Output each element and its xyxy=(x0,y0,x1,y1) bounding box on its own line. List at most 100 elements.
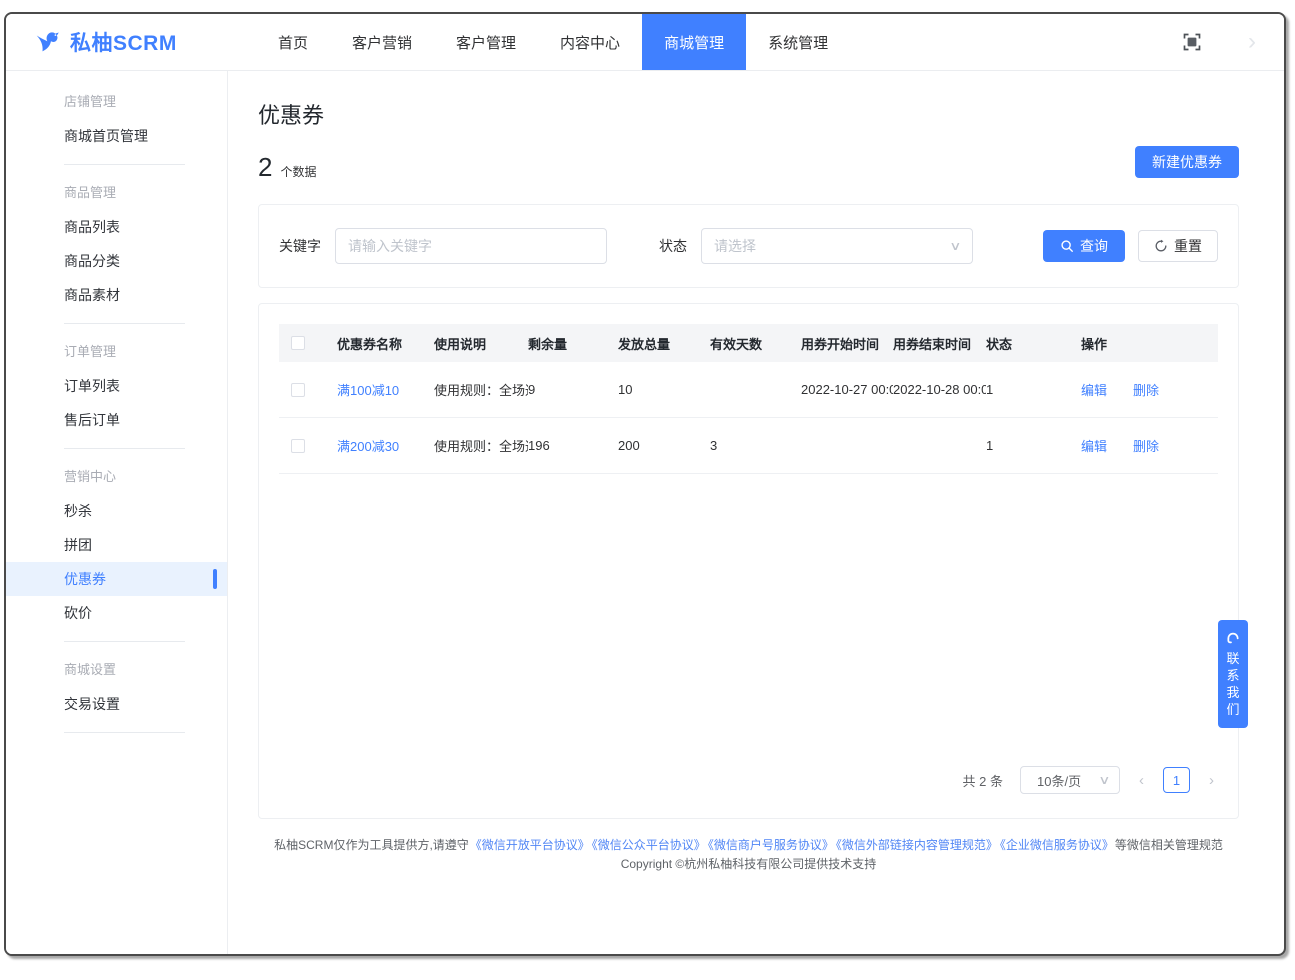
cell-actions: 编辑 删除 xyxy=(1081,436,1218,455)
nav-item-system-management[interactable]: 系统管理 xyxy=(746,14,850,70)
main-content: 优惠券 2 个数据 新建优惠券 关键字 状态 请选择 ∨ xyxy=(228,71,1284,954)
footer-agreement-link[interactable]: 《微信商户号服务协议》 xyxy=(708,838,834,852)
keyword-label: 关键字 xyxy=(279,236,321,256)
nav-item-content-center[interactable]: 内容中心 xyxy=(538,14,642,70)
cell-end-time: 2022-10-28 00:00:00 xyxy=(893,382,986,397)
chevron-down-icon: ∨ xyxy=(949,239,961,253)
sidebar-item-product-material[interactable]: 商品素材 xyxy=(6,278,227,312)
status-label: 状态 xyxy=(659,236,687,256)
delete-link[interactable]: 删除 xyxy=(1133,439,1159,454)
contact-us-label: 联系我们 xyxy=(1226,650,1239,718)
reset-button-label: 重置 xyxy=(1174,236,1202,256)
sidebar-item-mall-home-management[interactable]: 商城首页管理 xyxy=(6,119,227,153)
create-coupon-button[interactable]: 新建优惠券 xyxy=(1135,146,1239,178)
coupon-name-link[interactable]: 满200减30 xyxy=(337,439,399,454)
footer-agreement-link[interactable]: 《微信开放平台协议》 xyxy=(470,838,590,852)
headset-icon xyxy=(1225,629,1241,645)
coupon-table-card: 优惠券名称 使用说明 剩余量 发放总量 有效天数 用券开始时间 用券结束时间 状… xyxy=(258,303,1239,819)
brand-name: 私柚SCRM xyxy=(70,27,177,57)
status-select-placeholder: 请选择 xyxy=(714,236,756,256)
contact-us-widget[interactable]: 联系我们 xyxy=(1218,620,1248,728)
footer-agreement-link[interactable]: 《微信公众平台协议》 xyxy=(592,838,706,852)
chevron-down-icon: ∨ xyxy=(1098,773,1110,787)
footer-agreement-link[interactable]: 《企业微信服务协议》 xyxy=(1000,838,1114,852)
sidebar-item-product-category[interactable]: 商品分类 xyxy=(6,244,227,278)
row-select-cell xyxy=(279,383,337,397)
sidebar-item-group-buy[interactable]: 拼团 xyxy=(6,528,227,562)
edit-link[interactable]: 编辑 xyxy=(1081,439,1107,454)
footer-line1: 私柚SCRM仅作为工具提供方,请遵守《微信开放平台协议》《微信公众平台协议》《微… xyxy=(258,836,1239,855)
sidebar-item-bargain[interactable]: 砍价 xyxy=(6,596,227,630)
header-start-time: 用券开始时间 xyxy=(801,334,893,353)
status-select[interactable]: 请选择 ∨ xyxy=(701,228,973,264)
cell-status: 1 xyxy=(986,438,1081,453)
nav-menu: 首页客户营销客户管理内容中心商城管理系统管理 xyxy=(256,14,850,70)
cell-total: 200 xyxy=(618,438,710,453)
pagination: 共 2 条 10条/页 ∨ ‹ 1 › xyxy=(279,752,1218,804)
sidebar-divider xyxy=(64,164,185,165)
page-title: 优惠券 xyxy=(258,98,1239,130)
edit-link[interactable]: 编辑 xyxy=(1081,383,1107,398)
sidebar-item-after-sale-order[interactable]: 售后订单 xyxy=(6,403,227,437)
header-total: 发放总量 xyxy=(618,334,710,353)
sidebar-item-flash-sale[interactable]: 秒杀 xyxy=(6,494,227,528)
sidebar-item-order-list[interactable]: 订单列表 xyxy=(6,369,227,403)
sidebar-group-header-product-management: 商品管理 xyxy=(6,176,227,210)
search-button[interactable]: 查询 xyxy=(1043,230,1125,262)
cell-start-time: 2022-10-27 00:00:00 xyxy=(801,382,893,397)
sidebar-item-coupon[interactable]: 优惠券 xyxy=(6,562,227,596)
filter-actions: 查询 重置 xyxy=(1043,230,1218,262)
row-select-cell xyxy=(279,439,337,453)
page-footer: 私柚SCRM仅作为工具提供方,请遵守《微信开放平台协议》《微信公众平台协议》《微… xyxy=(258,836,1239,884)
sidebar-divider xyxy=(64,448,185,449)
record-count: 2 xyxy=(258,152,272,183)
keyword-input[interactable] xyxy=(335,228,607,264)
sidebar-divider xyxy=(64,323,185,324)
delete-link[interactable]: 删除 xyxy=(1133,383,1159,398)
header-end-time: 用券结束时间 xyxy=(893,334,986,353)
chevron-right-icon[interactable]: › xyxy=(1248,30,1256,54)
top-navbar: 私柚SCRM 首页客户营销客户管理内容中心商城管理系统管理 › xyxy=(6,14,1284,71)
row-checkbox[interactable] xyxy=(291,383,305,397)
coupon-name-link[interactable]: 满100减10 xyxy=(337,383,399,398)
cell-remaining: 9 xyxy=(528,382,618,397)
table-row: 满100减10 使用规则：全场通用910 2022-10-27 00:00:0020… xyxy=(279,362,1218,418)
brand-logo[interactable]: 私柚SCRM xyxy=(6,14,256,70)
sidebar-divider xyxy=(64,732,185,733)
cell-usage: 使用规则：全场通用 xyxy=(434,436,528,455)
record-count-suffix: 个数据 xyxy=(280,163,316,180)
select-all-checkbox[interactable] xyxy=(291,336,305,350)
search-icon xyxy=(1060,239,1074,253)
prev-page-button[interactable]: ‹ xyxy=(1137,772,1146,789)
nav-item-home[interactable]: 首页 xyxy=(256,14,330,70)
sidebar-item-trade-settings[interactable]: 交易设置 xyxy=(6,687,227,721)
table-body: 满100减10使用规则：全场通用9102022-10-27 00:00:0020… xyxy=(279,362,1218,474)
nav-item-mall-management[interactable]: 商城管理 xyxy=(642,14,746,70)
sidebar-group-header-order-management: 订单管理 xyxy=(6,335,227,369)
reset-button[interactable]: 重置 xyxy=(1138,230,1218,262)
sidebar: 店铺管理商城首页管理商品管理商品列表商品分类商品素材订单管理订单列表售后订单营销… xyxy=(6,71,228,954)
cell-actions: 编辑 删除 xyxy=(1081,380,1218,399)
nav-item-customer-management[interactable]: 客户管理 xyxy=(434,14,538,70)
fullscreen-icon[interactable] xyxy=(1182,32,1202,52)
count-row: 2 个数据 新建优惠券 xyxy=(258,152,1239,183)
search-button-label: 查询 xyxy=(1080,236,1108,256)
page-size-select[interactable]: 10条/页 ∨ xyxy=(1020,766,1120,794)
total-count-text: 共 2 条 xyxy=(963,771,1003,790)
sidebar-group-header-marketing-center: 营销中心 xyxy=(6,460,227,494)
header-coupon-name: 优惠券名称 xyxy=(337,334,434,353)
cell-status: 1 xyxy=(986,382,1081,397)
cell-remaining: 196 xyxy=(528,438,618,453)
footer-agreement-link[interactable]: 《微信外部链接内容管理规范》 xyxy=(836,838,998,852)
page-number-1[interactable]: 1 xyxy=(1163,767,1190,793)
cell-total: 10 xyxy=(618,382,710,397)
cell-coupon-name: 满100减10 xyxy=(337,380,434,399)
sidebar-item-product-list[interactable]: 商品列表 xyxy=(6,210,227,244)
cell-usage: 使用规则：全场通用 xyxy=(434,380,528,399)
next-page-button[interactable]: › xyxy=(1207,772,1216,789)
page-size-value: 10条/页 xyxy=(1037,771,1081,790)
nav-item-customer-marketing[interactable]: 客户营销 xyxy=(330,14,434,70)
active-indicator-bar xyxy=(213,569,217,589)
row-checkbox[interactable] xyxy=(291,439,305,453)
refresh-icon xyxy=(1154,239,1168,253)
